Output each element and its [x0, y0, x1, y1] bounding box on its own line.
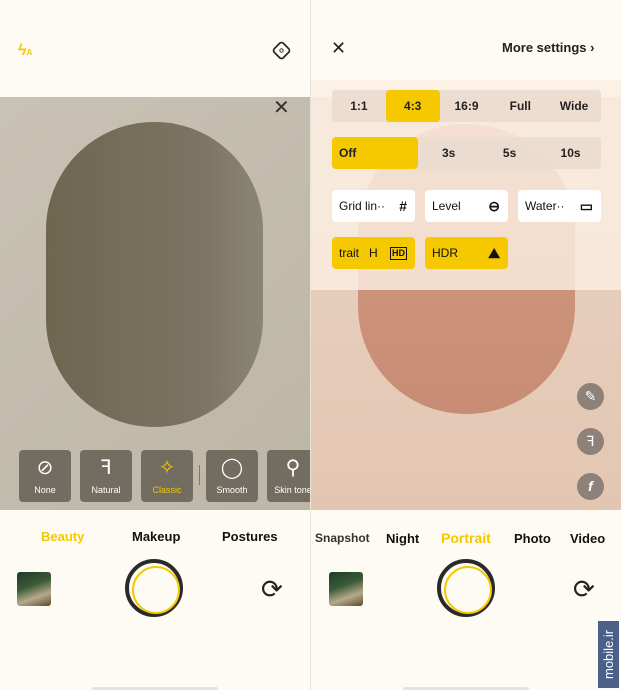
portrait-hd-toggle[interactable]: trait H HD	[332, 237, 415, 269]
brush-icon: ⚲	[285, 457, 301, 479]
timer-selector: Off 3s 5s 10s	[332, 137, 601, 169]
shutter-button[interactable]	[125, 559, 183, 617]
mode-night[interactable]: Night	[386, 531, 419, 546]
grid-lines-toggle[interactable]: Grid lin·· #	[332, 190, 415, 222]
close-icon[interactable]: ✕	[273, 95, 290, 120]
classic-icon: ✧	[158, 457, 176, 479]
face-oval-placeholder	[46, 122, 263, 427]
watermark-icon: ▭	[579, 198, 593, 214]
none-icon: ⊘	[36, 457, 54, 479]
shutter-button[interactable]	[437, 559, 495, 617]
ratio-wide[interactable]: Wide	[547, 90, 601, 122]
grid-icon: #	[399, 198, 407, 214]
timer-10s[interactable]: 10s	[540, 137, 601, 169]
beauty-option-classic[interactable]: ✧ Classic	[141, 450, 193, 502]
gallery-thumbnail[interactable]	[329, 572, 363, 606]
beauty-option-natural[interactable]: ꟻ Natural	[80, 450, 132, 502]
mode-snapshot[interactable]: Snapshot	[315, 531, 370, 545]
camera-preview[interactable]: ✕	[0, 97, 310, 510]
switch-camera-icon[interactable]: ⟳	[261, 574, 283, 605]
level-toggle[interactable]: Level ⊖	[425, 190, 508, 222]
mode-portrait[interactable]: Portrait	[441, 530, 491, 546]
settings-icon[interactable]	[271, 40, 292, 61]
ratio-16-9[interactable]: 16:9	[440, 90, 494, 122]
tab-beauty[interactable]: Beauty	[41, 529, 84, 544]
hd-icon: HD	[390, 247, 407, 260]
ratio-full[interactable]: Full	[493, 90, 547, 122]
beauty-option-skin-tone[interactable]: ⚲ Skin tone	[267, 450, 310, 502]
flash-auto-icon[interactable]: ϟA	[18, 42, 32, 60]
beauty-option-none[interactable]: ⊘ None	[19, 450, 71, 502]
tab-postures[interactable]: Postures	[222, 529, 278, 544]
divider	[199, 465, 200, 485]
level-icon: ⊖	[488, 198, 500, 214]
watermark-toggle[interactable]: Water·· ▭	[518, 190, 601, 222]
ratio-1-1[interactable]: 1:1	[332, 90, 386, 122]
magic-wand-icon[interactable]: ✎	[577, 383, 604, 410]
natural-icon: ꟻ	[100, 457, 112, 479]
tab-makeup[interactable]: Makeup	[132, 529, 180, 544]
more-settings-link[interactable]: More settings ›	[502, 40, 594, 55]
hdr-toggle[interactable]: HDR ⛰	[425, 237, 508, 269]
close-icon[interactable]: ✕	[331, 38, 346, 59]
portrait-camera-screen: ✕ More settings › 1:1 4:3 16:9 Full Wide…	[311, 0, 621, 690]
chevron-right-icon: ›	[590, 40, 595, 55]
beauty-option-smooth[interactable]: ◯ Smooth	[206, 450, 258, 502]
ratio-4-3[interactable]: 4:3	[385, 90, 440, 122]
beauty-face-icon[interactable]: ꟻ	[577, 428, 604, 455]
mode-video[interactable]: Video	[570, 531, 605, 546]
timer-5s[interactable]: 5s	[479, 137, 540, 169]
switch-camera-icon[interactable]: ⟳	[573, 574, 595, 605]
gallery-thumbnail[interactable]	[17, 572, 51, 606]
watermark-logo: mobile.ir	[598, 621, 619, 688]
aspect-ratio-selector: 1:1 4:3 16:9 Full Wide	[332, 90, 601, 122]
mode-photo[interactable]: Photo	[514, 531, 551, 546]
mountain-icon: ⛰	[488, 245, 500, 261]
drop-icon: ◯	[220, 457, 244, 479]
timer-3s[interactable]: 3s	[418, 137, 479, 169]
timer-off[interactable]: Off	[332, 137, 419, 169]
filter-icon[interactable]: f	[577, 473, 604, 500]
beauty-camera-screen: ϟA ✕ ⊘ None ꟻ Natural ✧ Classic ◯ Smooth ⚲ Sk…	[0, 0, 310, 690]
